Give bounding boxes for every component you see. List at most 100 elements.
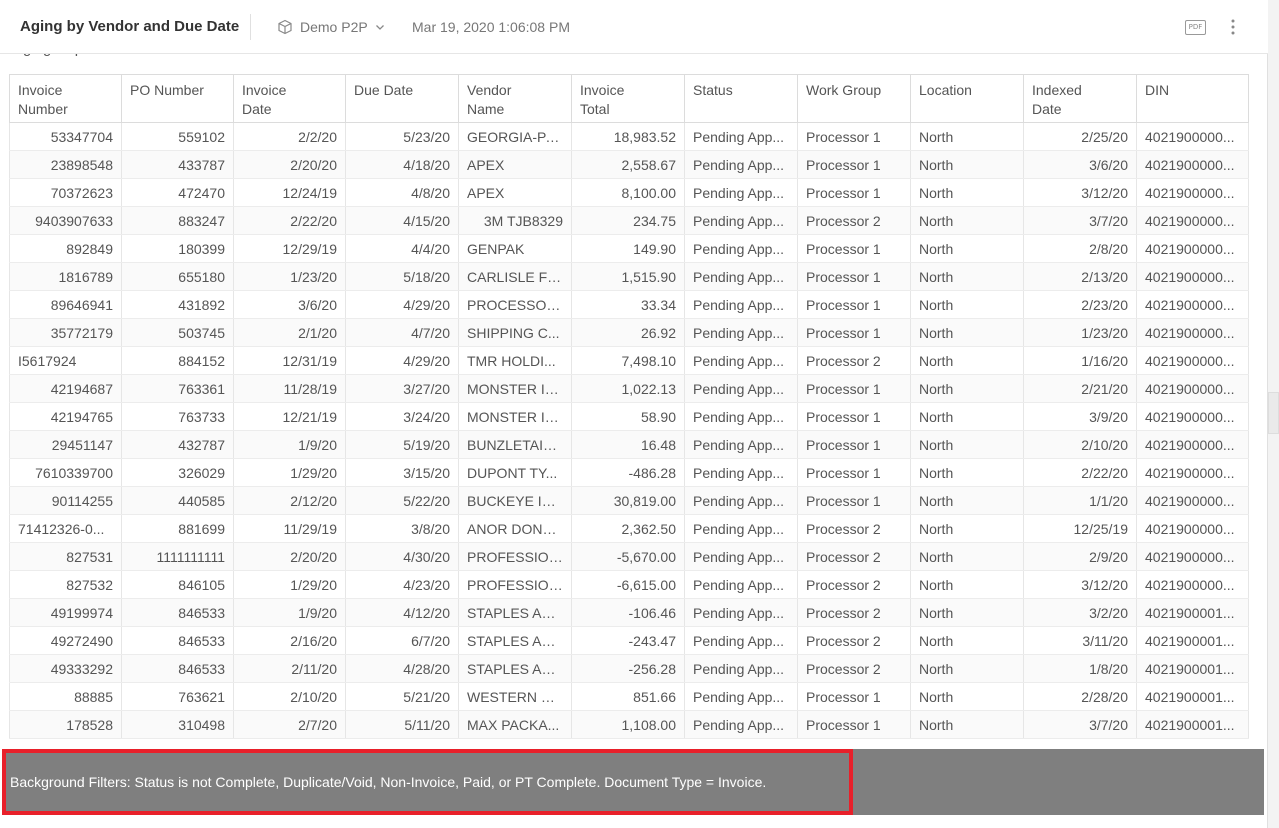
table-cell: North <box>910 654 1024 683</box>
table-row[interactable]: 9403907633 883247 2/22/20 4/15/20 3M TJB8329… <box>9 206 1249 235</box>
table-row[interactable]: 70372623 472470 12/24/19 4/8/20 APEX 8,100.00… <box>9 178 1249 207</box>
table-cell: 432787 <box>121 430 234 459</box>
column-header[interactable]: Invoice Date <box>233 74 346 123</box>
table-row[interactable]: 1816789 655180 1/23/20 5/18/20 CARLISLE FO..… <box>9 262 1249 291</box>
column-header[interactable]: PO Number <box>121 74 234 123</box>
table-cell: 2,558.67 <box>571 150 685 179</box>
table-cell: 2/10/20 <box>1023 430 1137 459</box>
table-row[interactable]: 88885 763621 2/10/20 5/21/20 WESTERN PL... 85… <box>9 682 1249 711</box>
table-cell: APEX <box>458 150 572 179</box>
table-cell: 12/31/19 <box>233 346 346 375</box>
column-header-label: PO Number <box>130 82 204 98</box>
table-cell: Processor 1 <box>797 122 911 151</box>
table-cell: 2/2/20 <box>233 122 346 151</box>
table-cell: 472470 <box>121 178 234 207</box>
table-cell: 846533 <box>121 598 234 627</box>
table-row[interactable]: 89646941 431892 3/6/20 4/29/20 PROCESSOR ...… <box>9 290 1249 319</box>
table-cell: North <box>910 150 1024 179</box>
table-cell: 2/22/20 <box>1023 458 1137 487</box>
column-header[interactable]: DIN <box>1136 74 1249 123</box>
table-row[interactable]: 827531 1111111111 2/20/20 4/30/20 PROFESSION… <box>9 542 1249 571</box>
table-body: 53347704 559102 2/2/20 5/23/20 GEORGIA-PA...… <box>9 122 1249 739</box>
table-row[interactable]: 178528 310498 2/7/20 5/11/20 MAX PACKA... 1,1… <box>9 710 1249 739</box>
table-cell: 3/11/20 <box>1023 626 1137 655</box>
table-cell: Pending App... <box>684 290 798 319</box>
table-row[interactable]: 827532 846105 1/29/20 4/23/20 PROFESSION... -… <box>9 570 1249 599</box>
table-cell: 2/12/20 <box>233 486 346 515</box>
pdf-export-icon[interactable]: PDF <box>1185 20 1206 35</box>
table-cell: 3/7/20 <box>1023 206 1137 235</box>
model-selector[interactable]: Demo P2P <box>300 19 368 35</box>
table-cell: 29451147 <box>9 430 122 459</box>
table-cell: I5617924 <box>9 346 122 375</box>
table-cell: Pending App... <box>684 346 798 375</box>
table-cell: Pending App... <box>684 430 798 459</box>
table-cell: 4021900000... <box>1136 458 1249 487</box>
table-cell: MONSTER INC <box>458 374 572 403</box>
table-cell: 846533 <box>121 626 234 655</box>
table-cell: BUNZLETAIL ... <box>458 430 572 459</box>
table-cell: Processor 1 <box>797 486 911 515</box>
table-cell: Pending App... <box>684 402 798 431</box>
table-cell: 1,515.90 <box>571 262 685 291</box>
table-row[interactable]: 892849 180399 12/29/19 4/4/20 GENPAK 149.90 Pe… <box>9 234 1249 263</box>
table-cell: North <box>910 570 1024 599</box>
table-cell: 433787 <box>121 150 234 179</box>
table-row[interactable]: 29451147 432787 1/9/20 5/19/20 BUNZLETAIL ..… <box>9 430 1249 459</box>
table-row[interactable]: 90114255 440585 2/12/20 5/22/20 BUCKEYE IN..… <box>9 486 1249 515</box>
table-cell: PROFESSION... <box>458 542 572 571</box>
table-row[interactable]: 49333292 846533 2/11/20 4/28/20 STAPLES AD..… <box>9 654 1249 683</box>
side-panel-toggle[interactable] <box>1268 392 1279 434</box>
table-cell: 503745 <box>121 318 234 347</box>
table-row[interactable]: 7610339700 326029 1/29/20 3/15/20 DUPONT TY.… <box>9 458 1249 487</box>
table-cell: Pending App... <box>684 654 798 683</box>
column-header[interactable]: Location <box>910 74 1024 123</box>
table-cell: 4/29/20 <box>345 290 459 319</box>
column-header[interactable]: Status <box>684 74 798 123</box>
table-cell: 2/20/20 <box>233 542 346 571</box>
column-header-label-line2: Name <box>467 101 505 117</box>
table-cell: 763361 <box>121 374 234 403</box>
table-cell: 4/23/20 <box>345 570 459 599</box>
column-header[interactable]: Indexed Date <box>1023 74 1137 123</box>
chevron-down-icon[interactable] <box>374 21 386 33</box>
table-cell: 4/29/20 <box>345 346 459 375</box>
table-cell: 4021900001... <box>1136 626 1249 655</box>
table-cell: -106.46 <box>571 598 685 627</box>
more-options-icon[interactable] <box>1225 16 1241 38</box>
table-row[interactable]: 49272490 846533 2/16/20 6/7/20 STAPLES AD...… <box>9 626 1249 655</box>
table-cell: Processor 2 <box>797 514 911 543</box>
table-row[interactable]: 23898548 433787 2/20/20 4/18/20 APEX 2,558.67… <box>9 150 1249 179</box>
column-header[interactable]: Invoice Total <box>571 74 685 123</box>
column-header[interactable]: Vendor Name <box>458 74 572 123</box>
table-cell: Pending App... <box>684 570 798 599</box>
table-cell: 3/7/20 <box>1023 710 1137 739</box>
table-cell: 16.48 <box>571 430 685 459</box>
table-cell: 4/12/20 <box>345 598 459 627</box>
table-cell: APEX <box>458 178 572 207</box>
table-cell: SHIPPING C... <box>458 318 572 347</box>
table-row[interactable]: 71412326-0... 881699 11/29/19 3/8/20 ANOR DO… <box>9 514 1249 543</box>
table-cell: 2/7/20 <box>233 710 346 739</box>
table-cell: 846105 <box>121 570 234 599</box>
table-cell: 1/23/20 <box>233 262 346 291</box>
cube-icon[interactable] <box>277 19 293 35</box>
table-row[interactable]: 42194687 763361 11/28/19 3/27/20 MONSTER INC… <box>9 374 1249 403</box>
table-cell: 1/9/20 <box>233 598 346 627</box>
table-cell: 58.90 <box>571 402 685 431</box>
table-row[interactable]: 42194765 763733 12/21/19 3/24/20 MONSTER INC… <box>9 402 1249 431</box>
table-cell: 883247 <box>121 206 234 235</box>
column-header[interactable]: Due Date <box>345 74 459 123</box>
table-cell: 2/25/20 <box>1023 122 1137 151</box>
column-header[interactable]: Work Group <box>797 74 911 123</box>
table-row[interactable]: 35772179 503745 2/1/20 4/7/20 SHIPPING C... 2… <box>9 318 1249 347</box>
table-row[interactable]: I5617924 884152 12/31/19 4/29/20 TMR HOLDI..… <box>9 346 1249 375</box>
column-header[interactable]: Invoice Number <box>9 74 122 123</box>
table-row[interactable]: 49199974 846533 1/9/20 4/12/20 STAPLES AD...… <box>9 598 1249 627</box>
table-row[interactable]: 53347704 559102 2/2/20 5/23/20 GEORGIA-PA...… <box>9 122 1249 151</box>
table-cell: 5/23/20 <box>345 122 459 151</box>
table-cell: Pending App... <box>684 682 798 711</box>
table-cell: PROCESSOR ... <box>458 290 572 319</box>
table-cell: Processor 1 <box>797 682 911 711</box>
table-cell: Processor 2 <box>797 626 911 655</box>
